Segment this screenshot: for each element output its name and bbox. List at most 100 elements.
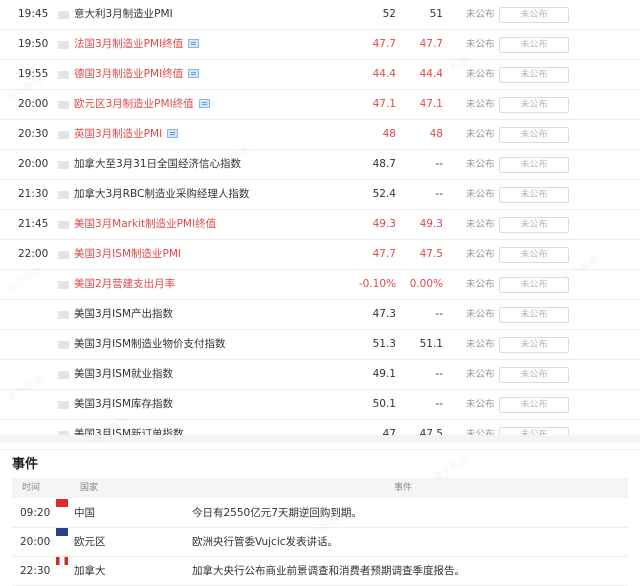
- country-flag-icon: [58, 401, 69, 409]
- actual-status: 未公布: [466, 189, 495, 200]
- indicator-name[interactable]: 欧元区3月制造业PMI终值: [74, 90, 210, 119]
- country-flag-icon: [58, 161, 69, 169]
- indicator-name-text: 欧元区3月制造业PMI终值: [74, 98, 194, 110]
- publish-button[interactable]: 未公布: [499, 337, 569, 353]
- indicator-name-text: 美国2月营建支出月率: [74, 278, 176, 290]
- previous-value: 51.3: [372, 338, 396, 350]
- events-table-header: 时间 国家 事件: [12, 478, 628, 498]
- indicator-name[interactable]: 美国3月Markit制造业PMI终值: [74, 210, 216, 239]
- indicator-name[interactable]: 美国2月营建支出月率: [74, 270, 175, 299]
- indicator-name[interactable]: 美国3月ISM产出指数: [74, 300, 173, 329]
- country-flag-icon: [58, 101, 69, 109]
- publish-button[interactable]: 未公布: [499, 187, 569, 203]
- indicator-row[interactable]: 20:00 欧元区3月制造业PMI终值 47.1 47.1 未公布 未公布: [0, 90, 640, 120]
- indicator-row[interactable]: 美国3月ISM产出指数 47.3 -- 未公布 未公布: [0, 300, 640, 330]
- indicator-name-text: 美国3月Markit制造业PMI终值: [74, 218, 217, 230]
- publish-button[interactable]: 未公布: [499, 397, 569, 413]
- indicator-name[interactable]: 美国3月ISM制造业PMI: [74, 240, 181, 269]
- indicator-row[interactable]: 19:55 德国3月制造业PMI终值 44.4 44.4 未公布 未公布: [0, 60, 640, 90]
- event-time: 22:30: [20, 565, 51, 577]
- publish-button[interactable]: 未公布: [499, 67, 569, 83]
- indicator-row[interactable]: 21:45 美国3月Markit制造业PMI终值 49.3 49.3 未公布 未公布: [0, 210, 640, 240]
- event-country: 中国: [74, 507, 95, 519]
- actual-status: 未公布: [466, 39, 495, 50]
- country-flag-icon: [58, 341, 69, 349]
- indicator-row[interactable]: 19:50 法国3月制造业PMI终值 47.7 47.7 未公布 未公布: [0, 30, 640, 60]
- actual-status: 未公布: [466, 399, 495, 410]
- publish-button[interactable]: 未公布: [499, 277, 569, 293]
- event-row[interactable]: 22:30 加拿大 加拿大央行公布商业前景调查和消费者预期调查季度报告。: [12, 557, 628, 586]
- indicator-row[interactable]: 美国3月ISM就业指数 49.1 -- 未公布 未公布: [0, 360, 640, 390]
- indicator-name-text: 法国3月制造业PMI终值: [74, 38, 184, 50]
- chart-icon[interactable]: [188, 39, 200, 48]
- previous-value: 47.7: [372, 248, 396, 260]
- country-flag-icon: [58, 41, 69, 49]
- indicator-name[interactable]: 意大利3月制造业PMI: [74, 0, 173, 29]
- previous-value: 47.7: [372, 38, 396, 50]
- publish-button[interactable]: 未公布: [499, 127, 569, 143]
- ca-flag-icon: [56, 557, 68, 565]
- forecast-value: 47.5: [419, 248, 443, 260]
- cn-flag-icon: [56, 499, 68, 507]
- events-header-time: 时间: [22, 483, 41, 493]
- release-time: 21:30: [18, 188, 49, 200]
- indicator-name[interactable]: 法国3月制造业PMI终值: [74, 30, 200, 59]
- previous-value: 47.3: [372, 308, 396, 320]
- indicator-name-text: 美国3月ISM制造业PMI: [74, 248, 181, 260]
- publish-button[interactable]: 未公布: [499, 37, 569, 53]
- previous-value: 52.4: [372, 188, 396, 200]
- forecast-value: --: [435, 158, 443, 170]
- country-flag-icon: [58, 71, 69, 79]
- indicator-name-text: 加拿大3月RBC制造业采购经理人指数: [74, 188, 250, 200]
- country-flag-icon: [58, 251, 69, 259]
- publish-button[interactable]: 未公布: [499, 367, 569, 383]
- chart-icon[interactable]: [167, 129, 179, 138]
- event-country: 加拿大: [74, 565, 106, 577]
- previous-value: 48.7: [372, 158, 396, 170]
- events-section-title: 事件: [12, 457, 39, 472]
- publish-button[interactable]: 未公布: [499, 97, 569, 113]
- indicator-name[interactable]: 美国3月ISM制造业物价支付指数: [74, 330, 226, 359]
- indicator-row[interactable]: 20:00 加拿大至3月31日全国经济信心指数 48.7 -- 未公布 未公布: [0, 150, 640, 180]
- previous-value: 50.1: [372, 398, 396, 410]
- forecast-value: 0.00%: [409, 278, 443, 290]
- forecast-value: 49.3: [419, 218, 443, 230]
- release-time: 19:45: [18, 8, 49, 20]
- release-time: 19:50: [18, 38, 49, 50]
- country-flag-icon: [58, 311, 69, 319]
- indicator-name-text: 德国3月制造业PMI终值: [74, 68, 184, 80]
- publish-button[interactable]: 未公布: [499, 217, 569, 233]
- actual-status: 未公布: [466, 99, 495, 110]
- chart-icon[interactable]: [198, 99, 210, 108]
- actual-status: 未公布: [466, 369, 495, 380]
- publish-button[interactable]: 未公布: [499, 7, 569, 23]
- forecast-value: --: [435, 398, 443, 410]
- forecast-value: 51: [429, 8, 443, 20]
- forecast-value: 48: [429, 128, 443, 140]
- indicator-row[interactable]: 美国2月营建支出月率 -0.10% 0.00% 未公布 未公布: [0, 270, 640, 300]
- actual-status: 未公布: [466, 249, 495, 260]
- chart-icon[interactable]: [188, 69, 200, 78]
- indicator-row[interactable]: 21:30 加拿大3月RBC制造业采购经理人指数 52.4 -- 未公布 未公布: [0, 180, 640, 210]
- previous-value: 49.3: [372, 218, 396, 230]
- indicator-row[interactable]: 22:00 美国3月ISM制造业PMI 47.7 47.5 未公布 未公布: [0, 240, 640, 270]
- indicator-row[interactable]: 美国3月ISM库存指数 50.1 -- 未公布 未公布: [0, 390, 640, 420]
- publish-button[interactable]: 未公布: [499, 157, 569, 173]
- indicator-row[interactable]: 20:30 英国3月制造业PMI 48 48 未公布 未公布: [0, 120, 640, 150]
- publish-button[interactable]: 未公布: [499, 247, 569, 263]
- forecast-value: 51.1: [419, 338, 443, 350]
- previous-value: -0.10%: [358, 278, 396, 290]
- publish-button[interactable]: 未公布: [499, 307, 569, 323]
- forecast-value: --: [435, 188, 443, 200]
- indicator-name[interactable]: 英国3月制造业PMI: [74, 120, 179, 149]
- indicator-name[interactable]: 加拿大3月RBC制造业采购经理人指数: [74, 180, 249, 209]
- indicator-name[interactable]: 美国3月ISM就业指数: [74, 360, 173, 389]
- indicator-row[interactable]: 19:45 意大利3月制造业PMI 52 51 未公布 未公布: [0, 0, 640, 30]
- indicator-row[interactable]: 美国3月ISM制造业物价支付指数 51.3 51.1 未公布 未公布: [0, 330, 640, 360]
- indicator-name-text: 美国3月ISM库存指数: [74, 398, 174, 410]
- actual-status: 未公布: [466, 219, 495, 230]
- forecast-value: --: [435, 308, 443, 320]
- actual-status: 未公布: [466, 339, 495, 350]
- indicator-name[interactable]: 德国3月制造业PMI终值: [74, 60, 200, 89]
- indicator-name-text: 美国3月ISM制造业物价支付指数: [74, 338, 226, 350]
